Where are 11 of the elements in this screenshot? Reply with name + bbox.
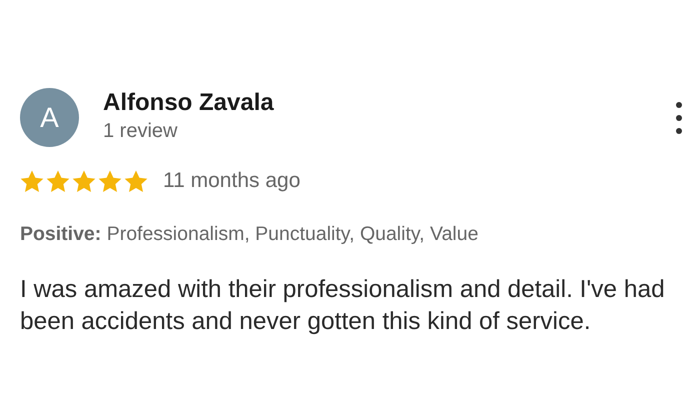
star-icon — [124, 170, 148, 192]
review-time: 11 months ago — [163, 169, 300, 193]
star-icon — [46, 170, 70, 192]
avatar: A — [20, 88, 79, 147]
author-name: Alfonso Zavala — [103, 90, 275, 116]
star-icon — [72, 170, 96, 192]
star-icon — [20, 170, 44, 192]
review-count: 1 review — [103, 119, 178, 144]
star-icon — [98, 170, 122, 192]
review-text: I was amazed with their professionalism and detail. I've had been accidents and never gotten this kind of service. — [20, 275, 666, 337]
review-highlights: Positive: Professionalism, Punctuality, Quality, Value — [20, 223, 480, 246]
